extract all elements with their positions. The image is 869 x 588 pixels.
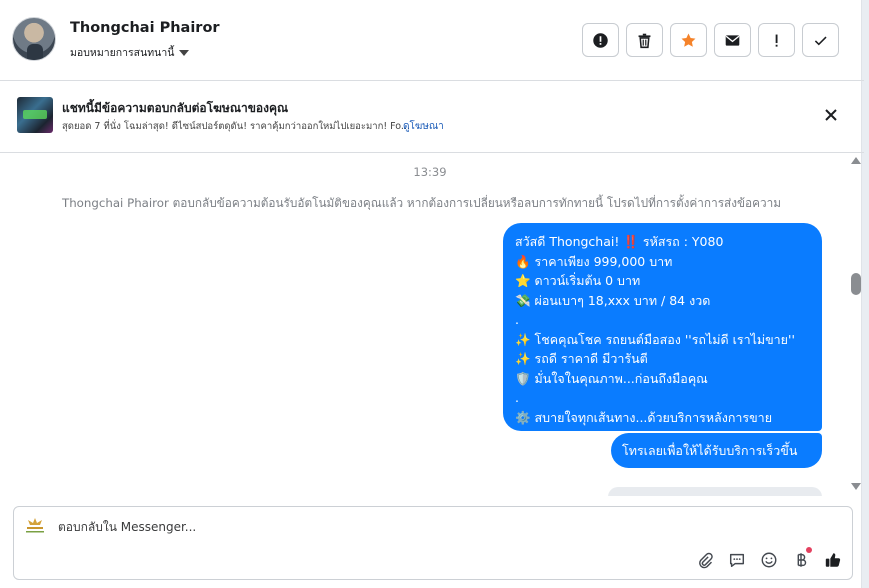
scroll-down-arrow[interactable] [851, 483, 861, 490]
emoji-button[interactable] [758, 549, 779, 570]
like-button[interactable] [822, 549, 843, 570]
ad-thumbnail[interactable] [17, 97, 53, 133]
ad-reply-banner: แชทนี้มีข้อความตอบกลับต่อโฆษณาของคุณ สุด… [0, 82, 864, 153]
scrollbar-thumb[interactable] [851, 273, 861, 295]
assign-conversation-dropdown[interactable]: มอบหมายการสนทนานี้ [70, 44, 190, 61]
saved-replies-button[interactable] [726, 549, 747, 570]
ad-title: แชทนี้มีข้อความตอบกลับต่อโฆษณาของคุณ [62, 101, 289, 115]
assign-label: มอบหมายการสนทนานี้ [70, 47, 175, 59]
auto-reply-notice: Thongchai Phairor ตอบกลับข้อความต้อนรับอ… [62, 196, 782, 210]
flag-button[interactable] [758, 23, 795, 57]
message-line: ⚙️ สบายใจทุกเส้นทาง...ด้วยบริการหลังการข… [515, 409, 773, 425]
delete-button[interactable] [626, 23, 663, 57]
smiley-icon [761, 552, 776, 567]
contact-name[interactable]: Thongchai Phairor [70, 20, 220, 36]
mark-done-button[interactable] [802, 23, 839, 57]
message-line: ✨ รถดี ราคาดี มีวารันตี [515, 351, 648, 366]
scroll-up-arrow[interactable] [851, 157, 861, 164]
attach-button[interactable] [694, 549, 715, 570]
close-icon[interactable] [820, 104, 842, 126]
trash-icon [638, 33, 651, 48]
baht-icon [797, 552, 806, 567]
message-line: . [515, 312, 519, 327]
message-thread[interactable]: 13:39 Thongchai Phairor ตอบกลับข้อความต้… [0, 154, 864, 496]
reply-input[interactable] [58, 520, 658, 534]
caret-down-icon [179, 49, 190, 56]
message-line: สวัสดี Thongchai! ‼️ รหัสรถ : Y080 [515, 234, 724, 249]
message-line: 💸 ผ่อนเบาๆ 18,xxx บาท / 84 งวด [515, 292, 711, 308]
reply-composer [13, 506, 853, 580]
paperclip-icon [698, 552, 713, 568]
message-line: ⭐ ดาวน์เริ่มต้น 0 บาท [515, 273, 641, 288]
message-bubble[interactable]: สวัสดี Thongchai! ‼️ รหัสรถ : Y080 🔥 ราค… [503, 223, 822, 431]
report-button[interactable] [582, 23, 619, 57]
message-timestamp: 13:39 [413, 165, 447, 179]
view-ad-link[interactable]: ดูโฆษณา [403, 119, 444, 134]
exclamation-icon [775, 34, 778, 47]
mark-unread-button[interactable] [714, 23, 751, 57]
message-line: 🔥 ราคาเพียง 999,000 บาท [515, 253, 673, 269]
chat-bubble-icon [729, 553, 744, 567]
report-icon [593, 32, 608, 48]
message-bubble-partial [608, 487, 822, 496]
avatar[interactable] [12, 17, 56, 61]
message-line: . [515, 390, 519, 405]
payment-button[interactable] [790, 547, 812, 570]
star-button[interactable] [670, 23, 707, 57]
page-logo-icon [26, 518, 44, 533]
message-bubble[interactable]: โทรเลยเพื่อให้ได้รับบริการเร็วขึ้น [611, 433, 822, 468]
composer-toolbar [694, 547, 843, 570]
check-icon [814, 36, 827, 45]
thumbs-up-icon [825, 552, 840, 567]
message-line: 🛡️ มั่นใจในคุณภาพ...ก่อนถึงมือคุณ [515, 370, 708, 386]
message-line: ✨ โชคคุณโชค รถยนต์มือสอง ''รถไม่ดี เราไม… [515, 331, 795, 347]
ad-description: สุดยอด 7 ที่นั่ง โฉมล่าสุด! ดีไซน์สปอร์ต… [62, 121, 410, 132]
envelope-icon [725, 34, 740, 46]
star-icon [681, 33, 696, 47]
action-toolbar [582, 23, 839, 57]
conversation-header: Thongchai Phairor มอบหมายการสนทนานี้ [0, 0, 864, 81]
notification-dot [806, 547, 812, 553]
